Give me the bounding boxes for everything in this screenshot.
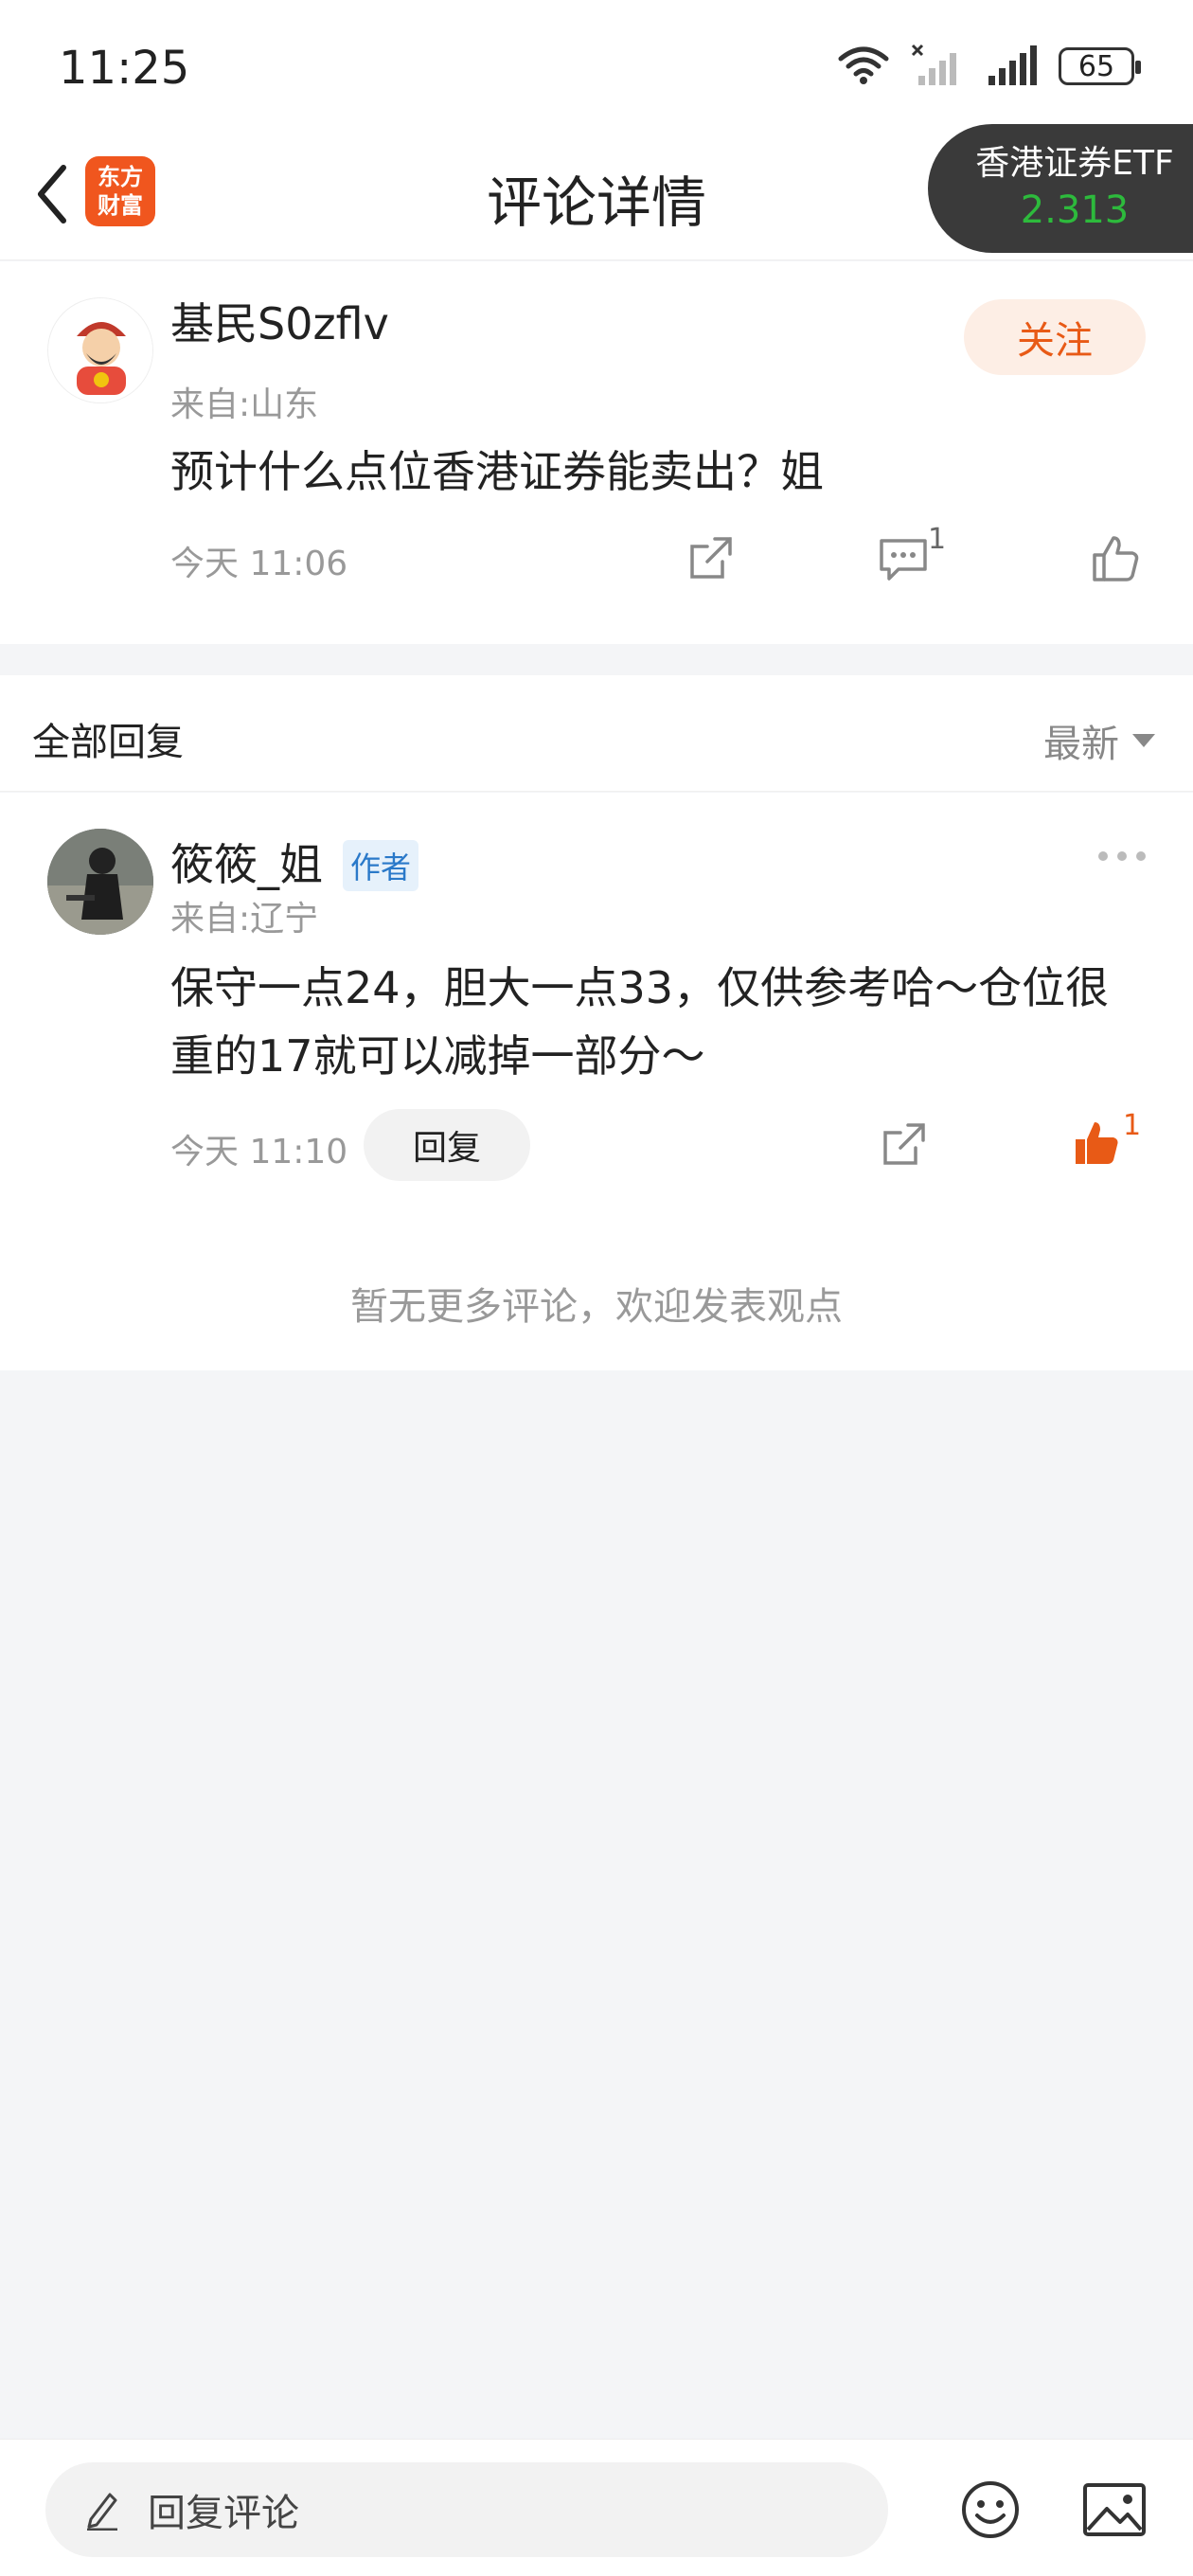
like-count: 1 — [1123, 1109, 1142, 1142]
battery-icon: 65 — [1059, 47, 1141, 85]
reply-input[interactable]: 回复评论 — [45, 2462, 888, 2557]
author-badge: 作者 — [343, 840, 419, 891]
post-username[interactable]: 基民S0zflv — [170, 290, 389, 352]
reply-button[interactable]: 回复 — [364, 1109, 530, 1181]
sort-dropdown[interactable]: 最新 — [1043, 713, 1155, 768]
reply-location: 来自:辽宁 — [170, 900, 319, 939]
post-location: 来自:山东 — [170, 385, 319, 424]
pencil-icon — [87, 2493, 117, 2531]
wifi-icon — [837, 44, 890, 89]
nav-bar: 东方 财富 评论详情 香港证券ETF 2.313 — [0, 124, 1193, 260]
post-content: 预计什么点位香港证券能卖出？姐 — [170, 446, 824, 497]
post-time: 今天 11:06 — [170, 545, 348, 583]
signal-icon — [985, 44, 1038, 89]
replies-header: 全部回复 最新 — [0, 675, 1193, 792]
status-time: 11:25 — [59, 42, 190, 95]
bottom-bar: 回复评论 — [0, 2439, 1193, 2576]
all-replies-title: 全部回复 — [32, 721, 184, 764]
reply-content: 保守一点24，胆大一点33，仅供参考哈～仓位很重的17就可以减掉一部分～ — [170, 962, 1110, 1082]
share-icon[interactable] — [875, 1117, 932, 1173]
status-bar: 11:25 65 — [0, 0, 1193, 128]
signal-off-icon — [911, 44, 964, 89]
avatar[interactable] — [47, 829, 153, 935]
stock-price: 2.313 — [1020, 188, 1130, 232]
share-icon[interactable] — [682, 530, 739, 587]
emoji-icon[interactable] — [958, 2478, 1023, 2542]
reply-username[interactable]: 筱筱_姐 — [170, 831, 323, 893]
no-more-comments: 暂无更多评论，欢迎发表观点 — [350, 1285, 843, 1329]
reply-item: 筱筱_姐 作者 来自:辽宁 保守一点24，胆大一点33，仅供参考哈～仓位很重的1… — [0, 793, 1193, 1370]
liked-icon[interactable] — [1068, 1115, 1125, 1172]
status-icons: 65 — [837, 44, 1141, 89]
reply-input-placeholder: 回复评论 — [148, 2492, 299, 2535]
reply-time: 今天 11:10 — [170, 1133, 348, 1172]
caret-down-icon — [1132, 734, 1155, 747]
avatar[interactable] — [47, 297, 153, 403]
comment-count: 1 — [928, 523, 947, 556]
follow-button[interactable]: 关注 — [964, 299, 1146, 375]
sort-label: 最新 — [1043, 723, 1119, 766]
image-icon[interactable] — [1081, 2479, 1148, 2540]
stock-name: 香港证券ETF — [975, 144, 1174, 183]
stock-chip[interactable]: 香港证券ETF 2.313 — [928, 124, 1193, 253]
like-icon[interactable] — [1087, 530, 1144, 587]
original-comment: 基民S0zflv 来自:山东 关注 预计什么点位香港证券能卖出？姐 今天 11:… — [0, 261, 1193, 644]
more-options-icon[interactable] — [1098, 851, 1146, 861]
comment-icon[interactable] — [875, 530, 932, 587]
